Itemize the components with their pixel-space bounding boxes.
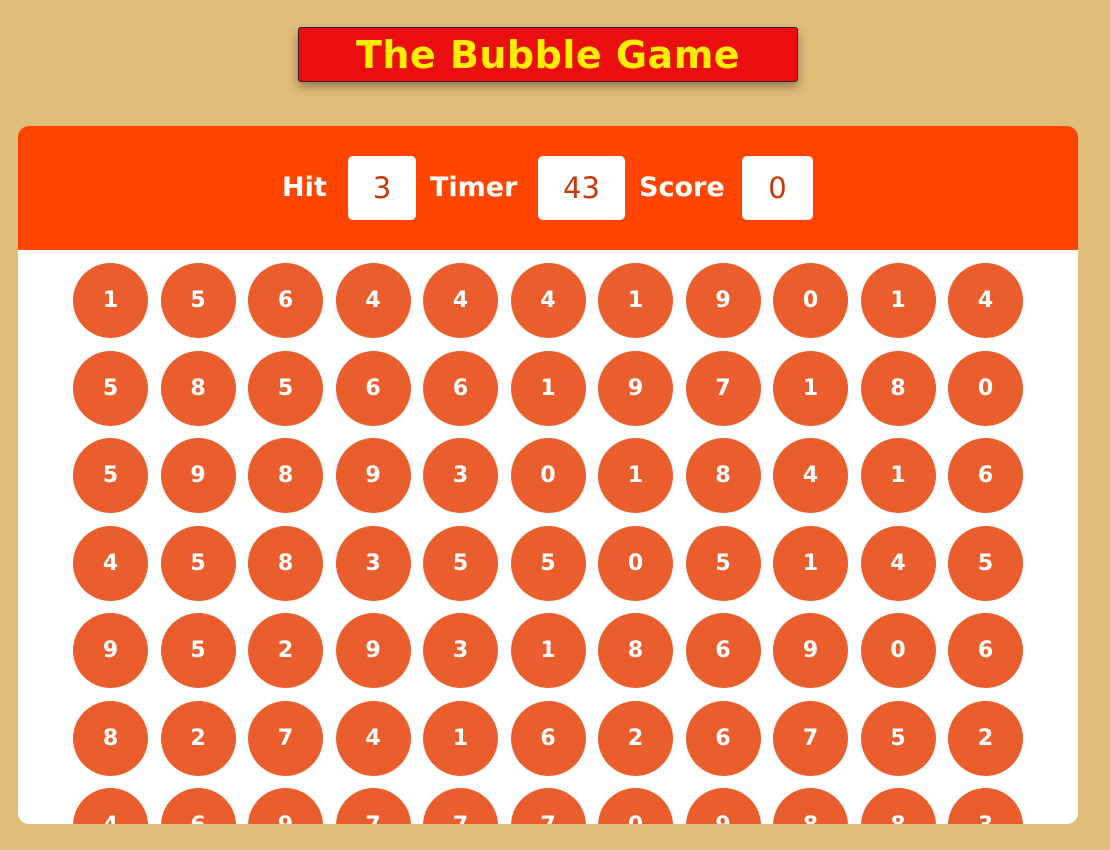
bubble[interactable]: 5 <box>423 525 498 601</box>
bubble[interactable]: 5 <box>860 700 936 776</box>
bubble[interactable]: 6 <box>248 263 323 338</box>
bubble[interactable]: 3 <box>423 438 498 513</box>
bubble[interactable]: 8 <box>598 613 673 688</box>
bubble[interactable]: 2 <box>248 613 323 688</box>
bubble[interactable]: 1 <box>860 263 936 338</box>
bubble[interactable]: 5 <box>248 350 323 426</box>
bubble[interactable]: 6 <box>335 350 411 426</box>
bubble-area: 1564441901458566197180598930184164583550… <box>18 250 1078 824</box>
bubble[interactable]: 9 <box>598 350 673 426</box>
score-label: Score <box>639 172 725 203</box>
bubble[interactable]: 7 <box>335 788 411 824</box>
bubble[interactable]: 4 <box>73 525 148 601</box>
bubble[interactable]: 1 <box>510 613 586 688</box>
bubble[interactable]: 5 <box>73 438 148 513</box>
bubble[interactable]: 0 <box>598 525 673 601</box>
bubble[interactable]: 9 <box>73 613 148 688</box>
bubble[interactable]: 1 <box>598 438 673 513</box>
bubble[interactable]: 5 <box>160 263 236 338</box>
game-title: The Bubble Game <box>298 27 798 82</box>
bubble[interactable]: 7 <box>423 788 498 824</box>
bubble[interactable]: 9 <box>335 438 411 513</box>
bubble[interactable]: 6 <box>160 788 236 824</box>
bubble[interactable]: 9 <box>773 613 848 688</box>
bubble[interactable]: 9 <box>685 263 761 338</box>
bubble[interactable]: 9 <box>335 613 411 688</box>
hit-value-box: 3 <box>348 156 416 220</box>
bubble[interactable]: 1 <box>423 700 498 776</box>
bubble[interactable]: 8 <box>773 788 848 824</box>
bubble[interactable]: 5 <box>510 525 586 601</box>
bubble[interactable]: 8 <box>73 700 148 776</box>
bubble[interactable]: 9 <box>248 788 323 824</box>
timer-value-box: 43 <box>538 156 625 220</box>
bubble[interactable]: 5 <box>73 350 148 426</box>
stats-bar: Hit 3 Timer 43 Score 0 <box>18 126 1078 250</box>
bubble[interactable]: 2 <box>598 700 673 776</box>
bubble[interactable]: 3 <box>948 788 1023 824</box>
bubble[interactable]: 4 <box>73 788 148 824</box>
bubble[interactable]: 6 <box>510 700 586 776</box>
bubble[interactable]: 1 <box>510 350 586 426</box>
bubble[interactable]: 1 <box>73 263 148 338</box>
game-panel: Hit 3 Timer 43 Score 0 15644419014585661… <box>18 126 1078 824</box>
bubble[interactable]: 0 <box>948 350 1023 426</box>
bubble[interactable]: 6 <box>948 613 1023 688</box>
bubble[interactable]: 5 <box>160 525 236 601</box>
bubble[interactable]: 0 <box>773 263 848 338</box>
bubble[interactable]: 7 <box>773 700 848 776</box>
bubble[interactable]: 2 <box>160 700 236 776</box>
bubble[interactable]: 1 <box>773 350 848 426</box>
bubble[interactable]: 7 <box>248 700 323 776</box>
timer-label: Timer <box>430 172 518 203</box>
score-value-box: 0 <box>742 156 813 220</box>
bubble[interactable]: 9 <box>685 788 761 824</box>
bubble[interactable]: 4 <box>510 263 586 338</box>
bubble[interactable]: 2 <box>948 700 1023 776</box>
bubble[interactable]: 4 <box>948 263 1023 338</box>
bubble-grid: 1564441901458566197180598930184164583550… <box>73 263 1023 824</box>
bubble[interactable]: 6 <box>685 700 761 776</box>
bubble[interactable]: 5 <box>685 525 761 601</box>
bubble[interactable]: 8 <box>860 350 936 426</box>
bubble[interactable]: 4 <box>335 263 411 338</box>
bubble[interactable]: 0 <box>860 613 936 688</box>
bubble[interactable]: 7 <box>685 350 761 426</box>
bubble[interactable]: 9 <box>160 438 236 513</box>
bubble[interactable]: 7 <box>510 788 586 824</box>
hit-label: Hit <box>282 172 327 203</box>
bubble[interactable]: 3 <box>335 525 411 601</box>
bubble[interactable]: 6 <box>948 438 1023 513</box>
bubble[interactable]: 1 <box>773 525 848 601</box>
bubble[interactable]: 4 <box>423 263 498 338</box>
bubble[interactable]: 4 <box>860 525 936 601</box>
bubble[interactable]: 8 <box>160 350 236 426</box>
bubble[interactable]: 6 <box>423 350 498 426</box>
bubble[interactable]: 5 <box>948 525 1023 601</box>
bubble[interactable]: 3 <box>423 613 498 688</box>
bubble[interactable]: 8 <box>860 788 936 824</box>
bubble[interactable]: 4 <box>335 700 411 776</box>
bubble[interactable]: 0 <box>510 438 586 513</box>
bubble[interactable]: 8 <box>685 438 761 513</box>
bubble[interactable]: 0 <box>598 788 673 824</box>
bubble[interactable]: 6 <box>685 613 761 688</box>
bubble[interactable]: 1 <box>598 263 673 338</box>
bubble[interactable]: 8 <box>248 525 323 601</box>
bubble[interactable]: 8 <box>248 438 323 513</box>
bubble[interactable]: 5 <box>160 613 236 688</box>
bubble[interactable]: 1 <box>860 438 936 513</box>
bubble[interactable]: 4 <box>773 438 848 513</box>
